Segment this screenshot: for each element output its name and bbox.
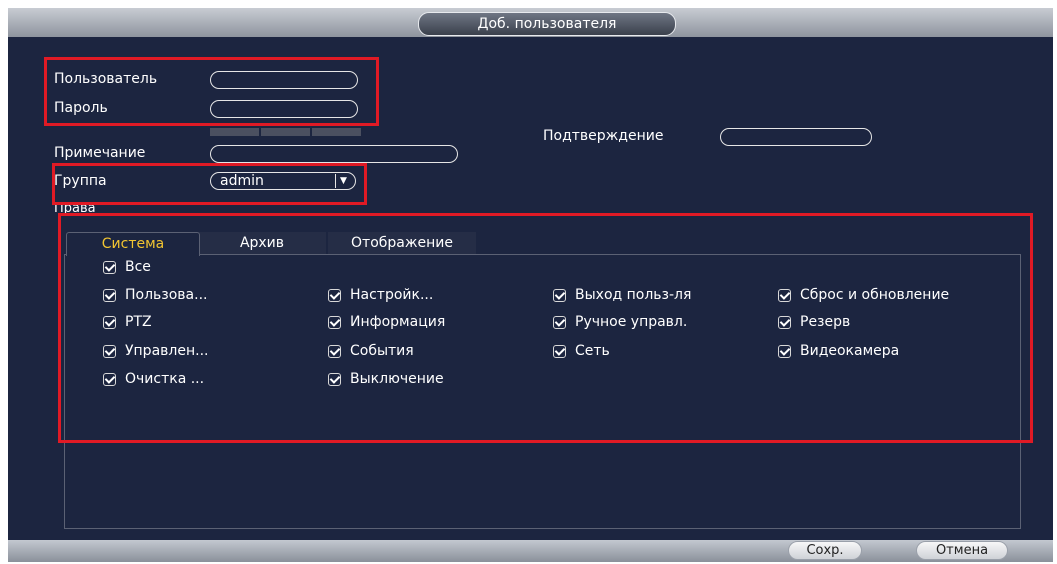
save-button[interactable]: Сохр. xyxy=(788,541,862,560)
title-bar: Доб. пользователя xyxy=(8,8,1053,37)
strength-segment xyxy=(312,128,361,136)
strength-segment xyxy=(210,128,259,136)
confirm-password-input[interactable] xyxy=(720,128,872,146)
highlight-permissions xyxy=(58,213,1033,443)
cancel-button[interactable]: Отмена xyxy=(916,541,1008,560)
highlight-group xyxy=(52,163,367,205)
note-label: Примечание xyxy=(54,145,146,161)
confirm-label: Подтверждение xyxy=(543,128,664,144)
add-user-window: Доб. пользователя Пользователь Пароль По… xyxy=(8,8,1053,562)
strength-segment xyxy=(261,128,310,136)
tab-system[interactable]: Система xyxy=(66,232,200,256)
highlight-credentials xyxy=(44,57,379,126)
password-strength-meter xyxy=(210,128,361,136)
note-input[interactable] xyxy=(210,145,458,163)
window-title: Доб. пользователя xyxy=(418,12,676,36)
bottom-bar: Сохр. Отмена xyxy=(8,540,1053,562)
